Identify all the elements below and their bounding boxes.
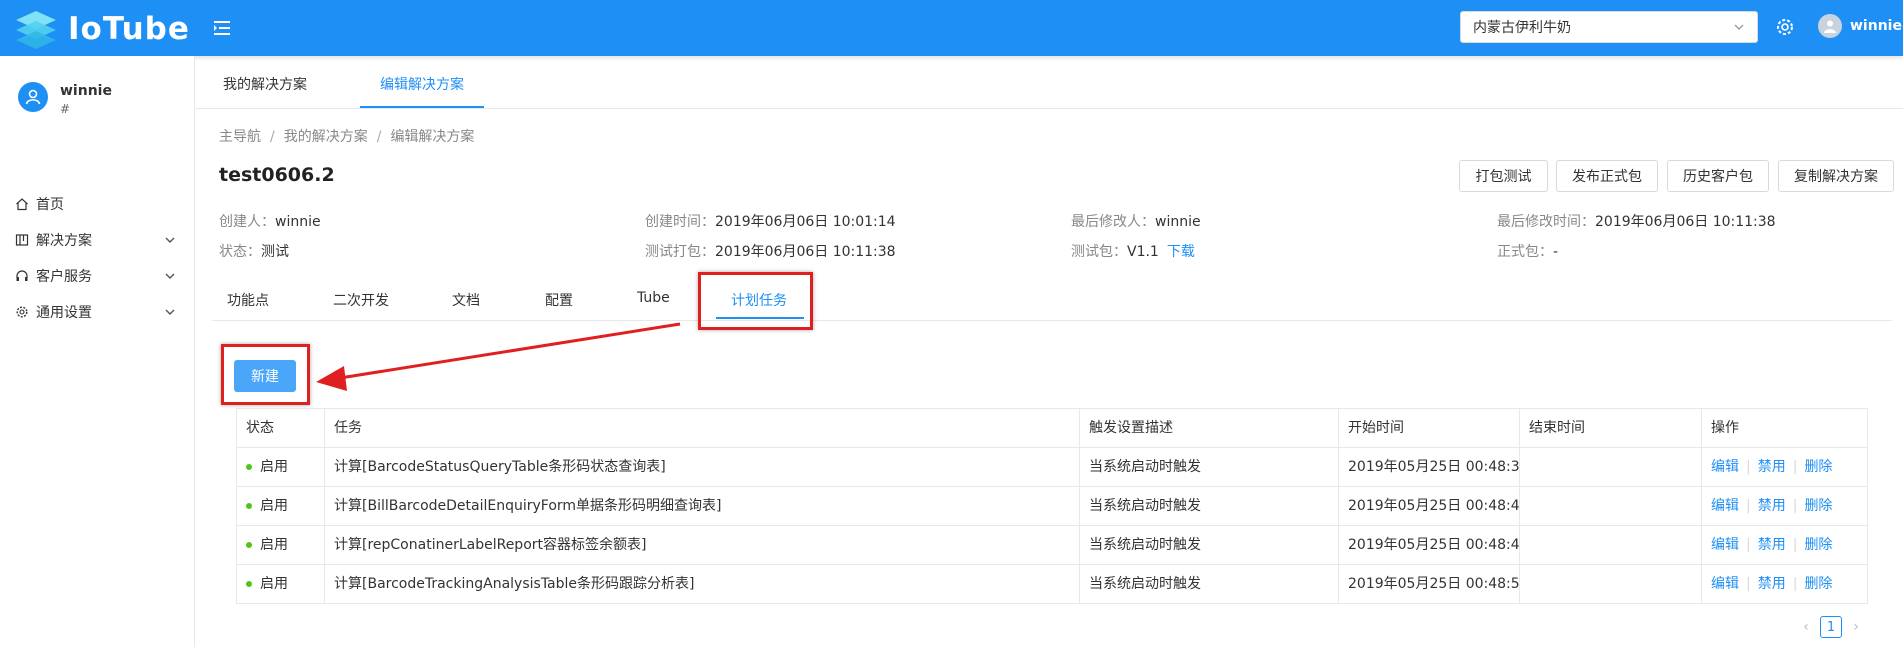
start-time-cell: 2019年05月25日 00:48:57 [1339,565,1520,603]
disable-link[interactable]: 禁用 [1758,498,1786,514]
chevron-right-icon[interactable]: › [1848,619,1864,635]
table-row: 启用 计算[repConatinerLabelReport容器标签余额表] 当系… [237,526,1867,565]
column-header: 操作 [1711,420,1739,436]
table-header-row: 状态 任务 触发设置描述 开始时间 结束时间 操作 [237,409,1867,448]
edit-link[interactable]: 编辑 [1711,498,1739,514]
status-dot [246,542,252,548]
end-time-cell [1520,448,1702,486]
start-time-cell: 2019年05月25日 00:48:47 [1339,526,1520,564]
trigger-cell: 当系统启动时触发 [1080,526,1339,564]
column-header: 结束时间 [1520,409,1702,447]
status-dot [246,581,252,587]
disable-link[interactable]: 禁用 [1758,537,1786,553]
column-header: 任务 [325,409,1080,447]
delete-link[interactable]: 删除 [1804,459,1832,475]
edit-link[interactable]: 编辑 [1711,459,1739,475]
start-time-cell: 2019年05月25日 00:48:34 [1339,448,1520,486]
status-dot [246,503,252,509]
task-table: 状态 任务 触发设置描述 开始时间 结束时间 操作 启用 计算[BarcodeS… [236,408,1868,604]
table-row: 启用 计算[BarcodeTrackingAnalysisTable条形码跟踪分… [237,565,1867,603]
disable-link[interactable]: 禁用 [1758,459,1786,475]
table-row: 启用 计算[BarcodeStatusQueryTable条形码状态查询表] 当… [237,448,1867,487]
edit-link[interactable]: 编辑 [1711,576,1739,592]
new-task-button[interactable]: 新建 [234,360,296,392]
disable-link[interactable]: 禁用 [1758,576,1786,592]
trigger-cell: 当系统启动时触发 [1080,448,1339,486]
column-header: 触发设置描述 [1080,409,1339,447]
chevron-left-icon[interactable]: ‹ [1798,619,1814,635]
status-cell: 启用 [237,565,325,603]
page-number[interactable]: 1 [1820,616,1842,638]
task-cell: 计算[repConatinerLabelReport容器标签余额表] [325,526,1080,564]
delete-link[interactable]: 删除 [1804,576,1832,592]
actions-cell: 编辑 | 禁用 | 删除 [1711,576,1833,592]
status-dot [246,464,252,470]
edit-link[interactable]: 编辑 [1711,537,1739,553]
end-time-cell [1520,565,1702,603]
pagination: ‹ 1 › [1798,616,1864,638]
actions-cell: 编辑 | 禁用 | 删除 [1711,459,1833,475]
start-time-cell: 2019年05月25日 00:48:41 [1339,487,1520,525]
trigger-cell: 当系统启动时触发 [1080,487,1339,525]
table-row: 启用 计算[BillBarcodeDetailEnquiryForm单据条形码明… [237,487,1867,526]
end-time-cell [1520,487,1702,525]
actions-cell: 编辑 | 禁用 | 删除 [1711,498,1833,514]
trigger-cell: 当系统启动时触发 [1080,565,1339,603]
task-cell: 计算[BillBarcodeDetailEnquiryForm单据条形码明细查询… [325,487,1080,525]
task-cell: 计算[BarcodeStatusQueryTable条形码状态查询表] [325,448,1080,486]
column-header: 开始时间 [1339,409,1520,447]
actions-cell: 编辑 | 禁用 | 删除 [1711,537,1833,553]
end-time-cell [1520,526,1702,564]
status-cell: 启用 [237,487,325,525]
delete-link[interactable]: 删除 [1804,498,1832,514]
task-cell: 计算[BarcodeTrackingAnalysisTable条形码跟踪分析表] [325,565,1080,603]
delete-link[interactable]: 删除 [1804,537,1832,553]
status-cell: 启用 [237,526,325,564]
column-header: 状态 [237,409,325,447]
status-cell: 启用 [237,448,325,486]
